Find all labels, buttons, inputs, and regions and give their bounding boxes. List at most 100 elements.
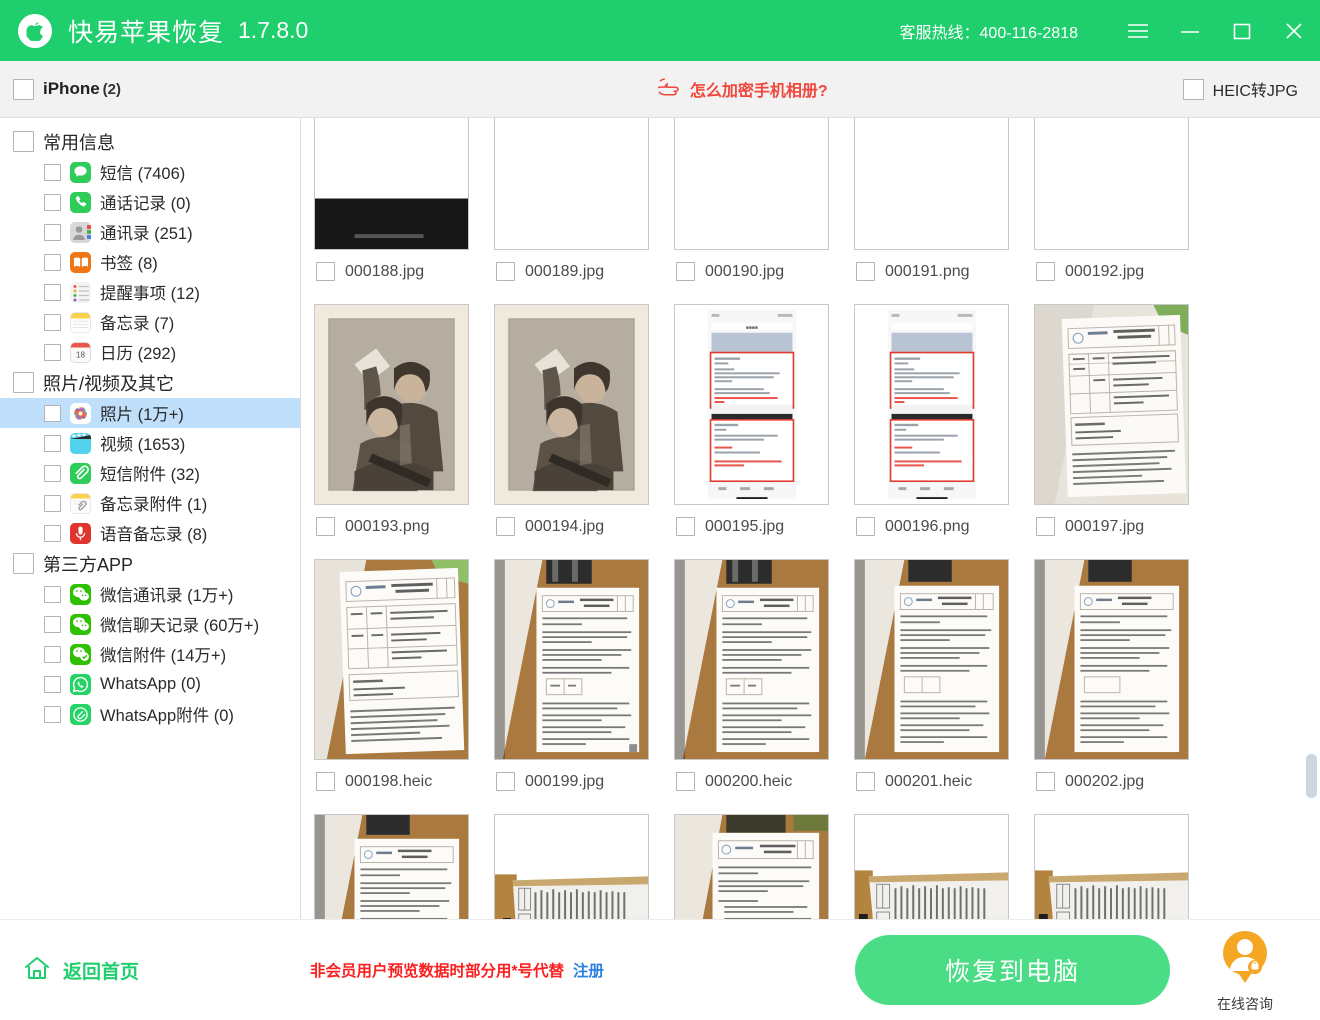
file-thumbnail[interactable] <box>314 559 469 760</box>
file-thumbnail[interactable] <box>854 118 1009 250</box>
sidebar-item-sms-attachments[interactable]: 短信附件 (32) <box>0 458 300 488</box>
file-checkbox[interactable] <box>856 772 875 791</box>
file-cell[interactable]: 000197.jpg <box>1029 298 1209 553</box>
sidebar-item-wechat-contacts[interactable]: 微信通讯录 (1万+) <box>0 579 300 609</box>
item-checkbox[interactable] <box>44 494 61 512</box>
sidebar-item-note-attachments[interactable]: 备忘录附件 (1) <box>0 488 300 518</box>
maximize-button[interactable] <box>1216 0 1268 61</box>
sidebar-item-voice-memos[interactable]: 语音备忘录 (8) <box>0 518 300 548</box>
file-thumbnail[interactable] <box>314 118 469 250</box>
file-cell[interactable]: 000202.jpg <box>1029 553 1209 808</box>
file-thumbnail[interactable]: ■■■■ <box>674 304 829 505</box>
sidebar-item-notes[interactable]: 备忘录 (7) <box>0 307 300 337</box>
sidebar-item-wechat-chat[interactable]: 微信聊天记录 (60万+) <box>0 609 300 639</box>
file-cell[interactable]: 000205.heic <box>669 808 849 919</box>
file-thumbnail[interactable] <box>1034 559 1189 760</box>
item-checkbox[interactable] <box>44 705 61 723</box>
file-checkbox[interactable] <box>316 262 335 281</box>
file-cell[interactable]: 000207.jpg <box>1029 808 1209 919</box>
item-checkbox[interactable] <box>44 404 61 422</box>
sidebar-item-reminders[interactable]: 提醒事项 (12) <box>0 277 300 307</box>
online-consult-button[interactable]: 在线咨询 <box>1170 927 1320 1014</box>
item-checkbox[interactable] <box>44 524 61 542</box>
file-thumbnail[interactable] <box>674 559 829 760</box>
file-cell[interactable]: 000199.jpg <box>489 553 669 808</box>
file-cell[interactable]: 000189.jpg <box>489 118 669 298</box>
item-checkbox[interactable] <box>44 163 61 181</box>
file-thumbnail[interactable] <box>1034 118 1189 250</box>
recover-to-computer-button[interactable]: 恢复到电脑 <box>855 935 1170 1005</box>
item-checkbox[interactable] <box>44 283 61 301</box>
file-cell[interactable]: 000192.jpg <box>1029 118 1209 298</box>
file-thumbnail[interactable] <box>494 559 649 760</box>
item-checkbox[interactable] <box>44 464 61 482</box>
file-cell[interactable]: 000198.heic <box>309 553 489 808</box>
heic-convert-option[interactable]: HEIC转JPG <box>1182 77 1320 101</box>
item-checkbox[interactable] <box>44 675 61 693</box>
group-checkbox-common[interactable] <box>13 131 34 152</box>
file-checkbox[interactable] <box>1036 517 1055 536</box>
file-checkbox[interactable] <box>856 262 875 281</box>
file-checkbox[interactable] <box>676 772 695 791</box>
file-checkbox[interactable] <box>1036 262 1055 281</box>
file-cell[interactable]: 000191.png <box>849 118 1029 298</box>
sidebar-item-calendar[interactable]: 18 日历 (292) <box>0 337 300 367</box>
file-thumbnail[interactable] <box>674 118 829 250</box>
close-button[interactable] <box>1268 0 1320 61</box>
sidebar-group-thirdparty[interactable]: 第三方APP <box>0 548 300 579</box>
sidebar-item-sms[interactable]: 短信 (7406) <box>0 157 300 187</box>
device-selector[interactable]: iPhone (2) <box>0 78 301 100</box>
device-checkbox[interactable] <box>13 78 34 100</box>
group-checkbox-thirdparty[interactable] <box>13 553 34 574</box>
group-checkbox-media[interactable] <box>13 372 34 393</box>
sidebar-item-photos[interactable]: 照片 (1万+) <box>0 398 300 428</box>
file-thumbnail[interactable] <box>314 304 469 505</box>
file-thumbnail[interactable] <box>494 304 649 505</box>
file-checkbox[interactable] <box>496 262 515 281</box>
minimize-button[interactable] <box>1164 0 1216 61</box>
file-thumbnail[interactable] <box>1034 304 1189 505</box>
file-thumbnail[interactable] <box>854 304 1009 505</box>
file-cell[interactable]: ■■■■ 000195.jpg <box>669 298 849 553</box>
file-thumbnail[interactable] <box>854 559 1009 760</box>
file-checkbox[interactable] <box>856 517 875 536</box>
item-checkbox[interactable] <box>44 223 61 241</box>
item-checkbox[interactable] <box>44 193 61 211</box>
file-cell[interactable]: 000193.png <box>309 298 489 553</box>
sidebar-group-media[interactable]: 照片/视频及其它 <box>0 367 300 398</box>
file-thumbnail[interactable] <box>494 118 649 250</box>
file-thumbnail[interactable] <box>674 814 829 919</box>
sidebar-group-common[interactable]: 常用信息 <box>0 126 300 157</box>
file-thumbnail[interactable] <box>1034 814 1189 919</box>
sidebar-item-whatsapp-attachments[interactable]: WhatsApp附件 (0) <box>0 699 300 729</box>
sidebar-item-videos[interactable]: 视频 (1653) <box>0 428 300 458</box>
item-checkbox[interactable] <box>44 645 61 663</box>
vertical-scrollbar[interactable] <box>1304 118 1318 919</box>
sidebar-item-whatsapp[interactable]: WhatsApp (0) <box>0 669 300 699</box>
file-checkbox[interactable] <box>496 772 515 791</box>
file-checkbox[interactable] <box>496 517 515 536</box>
file-checkbox[interactable] <box>316 772 335 791</box>
heic-convert-checkbox[interactable] <box>1182 78 1204 100</box>
sidebar-item-wechat-attachments[interactable]: 微信附件 (14万+) <box>0 639 300 669</box>
file-thumbnail[interactable] <box>314 814 469 919</box>
file-cell[interactable]: 000196.png <box>849 298 1029 553</box>
register-link[interactable]: 注册 <box>573 959 604 981</box>
sidebar-item-contacts[interactable]: 通讯录 (251) <box>0 217 300 247</box>
file-checkbox[interactable] <box>676 517 695 536</box>
file-checkbox[interactable] <box>1036 772 1055 791</box>
item-checkbox[interactable] <box>44 313 61 331</box>
file-cell[interactable]: 000201.heic <box>849 553 1029 808</box>
item-checkbox[interactable] <box>44 253 61 271</box>
item-checkbox[interactable] <box>44 615 61 633</box>
scrollbar-thumb[interactable] <box>1306 754 1317 798</box>
file-checkbox[interactable] <box>316 517 335 536</box>
file-grid-panel[interactable]: 000188.jpg 000189.jpg 000190.jpg 000191.… <box>301 118 1320 919</box>
file-cell[interactable]: 000203.heic <box>309 808 489 919</box>
file-cell[interactable]: 000188.jpg <box>309 118 489 298</box>
file-cell[interactable]: 000200.heic <box>669 553 849 808</box>
file-cell[interactable]: 000190.jpg <box>669 118 849 298</box>
encrypt-album-banner[interactable]: 怎么加密手机相册? <box>656 76 828 103</box>
item-checkbox[interactable] <box>44 343 61 361</box>
hamburger-menu-button[interactable] <box>1112 0 1164 61</box>
